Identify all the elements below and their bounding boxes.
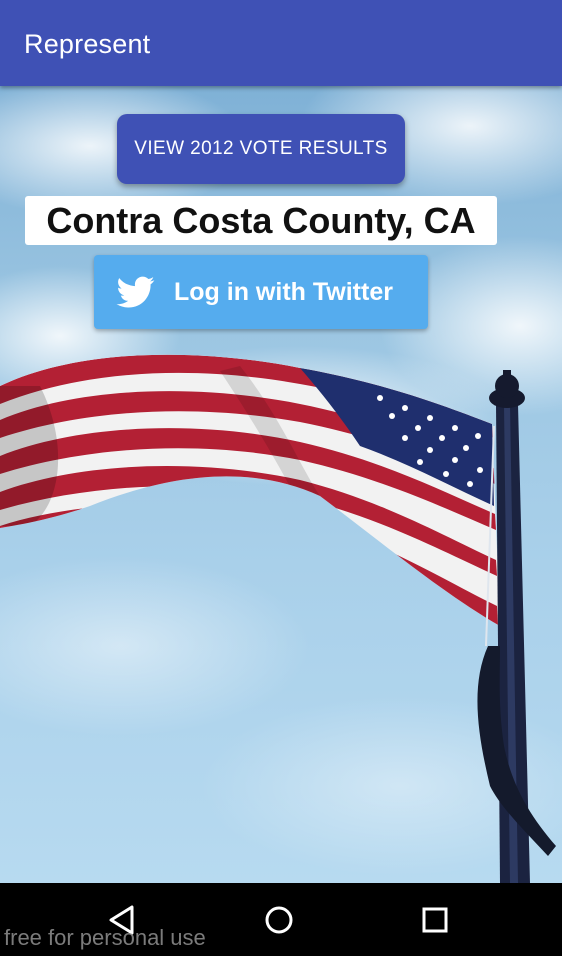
county-label: Contra Costa County, CA: [46, 200, 476, 241]
recent-apps-icon[interactable]: [415, 900, 455, 940]
home-icon[interactable]: [259, 900, 299, 940]
system-navigation-bar: free for personal use: [0, 883, 562, 956]
app-screen: Represent VIEW 2012 VOTE RESULTS Contra …: [0, 0, 562, 956]
county-label-box: Contra Costa County, CA: [25, 196, 497, 245]
app-title: Represent: [24, 29, 151, 59]
twitter-bird-icon: [116, 276, 155, 308]
twitter-login-button[interactable]: Log in with Twitter: [94, 255, 428, 329]
twitter-login-label: Log in with Twitter: [174, 278, 393, 306]
main-content: VIEW 2012 VOTE RESULTS Contra Costa Coun…: [0, 86, 562, 883]
view-vote-results-button[interactable]: VIEW 2012 VOTE RESULTS: [117, 114, 405, 184]
app-toolbar: Represent: [0, 0, 562, 86]
watermark-text: free for personal use: [4, 925, 206, 950]
